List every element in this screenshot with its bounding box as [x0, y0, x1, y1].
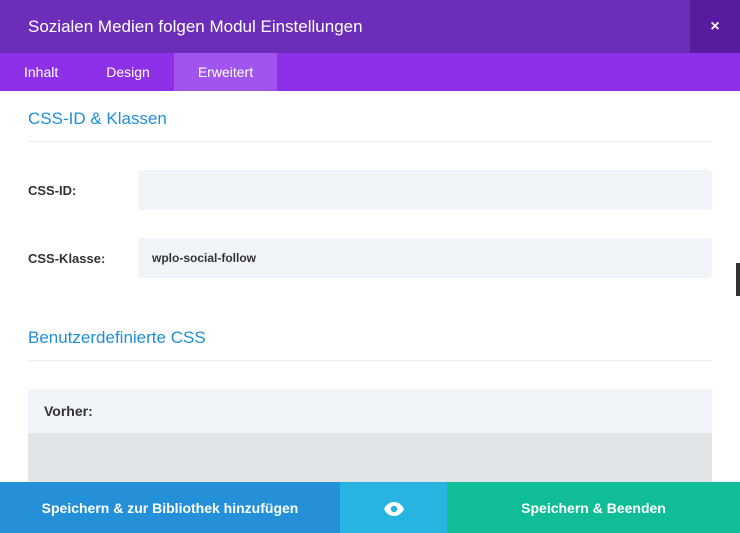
- save-and-exit-button[interactable]: Speichern & Beenden: [447, 482, 740, 533]
- scrollbar-thumb[interactable]: [736, 263, 740, 296]
- css-before-block: Vorher:: [28, 389, 712, 482]
- content-area: CSS-ID & Klassen CSS-ID: CSS-Klasse: Ben…: [0, 91, 740, 482]
- field-css-id: CSS-ID:: [28, 170, 712, 210]
- tabs-bar: Inhalt Design Erweitert: [0, 53, 740, 91]
- css-id-input[interactable]: [138, 170, 712, 210]
- close-button[interactable]: ×: [690, 0, 740, 53]
- section-heading-custom-css: Benutzerdefinierte CSS: [28, 328, 712, 361]
- css-id-label: CSS-ID:: [28, 183, 138, 198]
- field-css-class: CSS-Klasse:: [28, 238, 712, 278]
- css-class-label: CSS-Klasse:: [28, 251, 138, 266]
- css-before-textarea[interactable]: [28, 433, 712, 482]
- modal-header: Sozialen Medien folgen Modul Einstellung…: [0, 0, 740, 53]
- modal-title: Sozialen Medien folgen Modul Einstellung…: [0, 17, 690, 37]
- preview-button[interactable]: [340, 482, 447, 533]
- tab-content[interactable]: Inhalt: [0, 53, 82, 91]
- css-class-input[interactable]: [138, 238, 712, 278]
- save-to-library-button[interactable]: Speichern & zur Bibliothek hinzufügen: [0, 482, 340, 533]
- section-heading-css-id-classes: CSS-ID & Klassen: [28, 109, 712, 142]
- css-before-label: Vorher:: [28, 389, 712, 433]
- tab-design[interactable]: Design: [82, 53, 174, 91]
- close-icon: ×: [710, 18, 719, 36]
- eye-icon: [384, 502, 404, 514]
- tab-advanced[interactable]: Erweitert: [174, 53, 277, 91]
- modal-footer: Speichern & zur Bibliothek hinzufügen Sp…: [0, 482, 740, 533]
